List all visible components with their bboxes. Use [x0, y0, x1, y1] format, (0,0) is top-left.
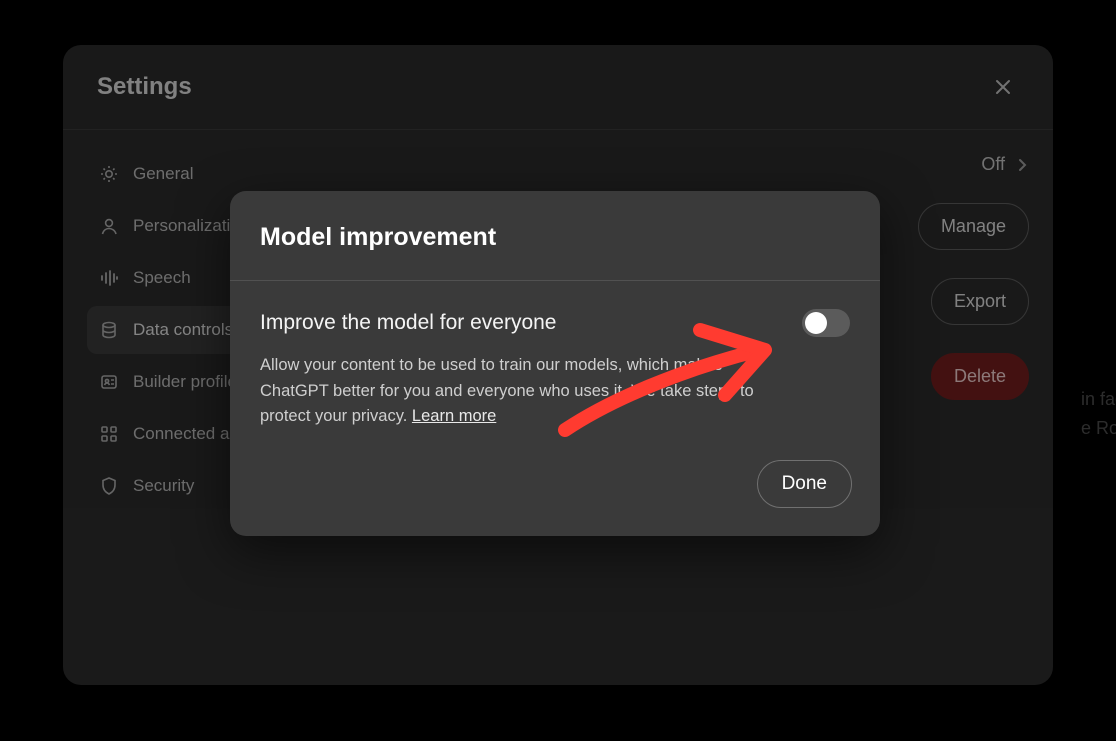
improve-description-text: Allow your content to be used to train o… — [260, 356, 754, 425]
improve-description: Allow your content to be used to train o… — [260, 353, 780, 430]
close-button[interactable] — [987, 71, 1019, 103]
toggle-knob — [805, 312, 827, 334]
modal-header: Model improvement — [230, 191, 880, 281]
shield-icon — [99, 476, 119, 496]
settings-header: Settings — [63, 45, 1053, 130]
done-button[interactable]: Done — [757, 460, 852, 508]
gear-icon — [99, 164, 119, 184]
learn-more-link[interactable]: Learn more — [412, 407, 496, 425]
grid-icon — [99, 424, 119, 444]
id-card-icon — [99, 372, 119, 392]
improve-toggle[interactable] — [802, 309, 850, 337]
sidebar-item-label: Speech — [133, 268, 191, 288]
sidebar-item-label: Data controls — [133, 320, 233, 340]
modal-body: Improve the model for everyone Allow you… — [230, 281, 880, 448]
model-improvement-modal: Model improvement Improve the model for … — [230, 191, 880, 536]
delete-button[interactable]: Delete — [931, 353, 1029, 400]
person-icon — [99, 216, 119, 236]
export-button[interactable]: Export — [931, 278, 1029, 325]
modal-title: Model improvement — [260, 223, 850, 252]
sidebar-item-label: Builder profile — [133, 372, 237, 392]
close-icon — [994, 78, 1012, 96]
settings-title: Settings — [97, 73, 192, 101]
database-icon — [99, 320, 119, 340]
sidebar-item-label: Security — [133, 476, 194, 496]
background-page-text: in fact e Rom — [1081, 385, 1116, 443]
improve-toggle-label: Improve the model for everyone — [260, 311, 556, 335]
off-row[interactable]: Off — [981, 154, 1029, 175]
waveform-icon — [99, 268, 119, 288]
sidebar-item-label: General — [133, 164, 193, 184]
manage-button[interactable]: Manage — [918, 203, 1029, 250]
chevron-right-icon — [1015, 158, 1029, 172]
improve-toggle-row: Improve the model for everyone — [260, 309, 850, 337]
modal-footer: Done — [230, 448, 880, 536]
off-value: Off — [981, 154, 1005, 175]
